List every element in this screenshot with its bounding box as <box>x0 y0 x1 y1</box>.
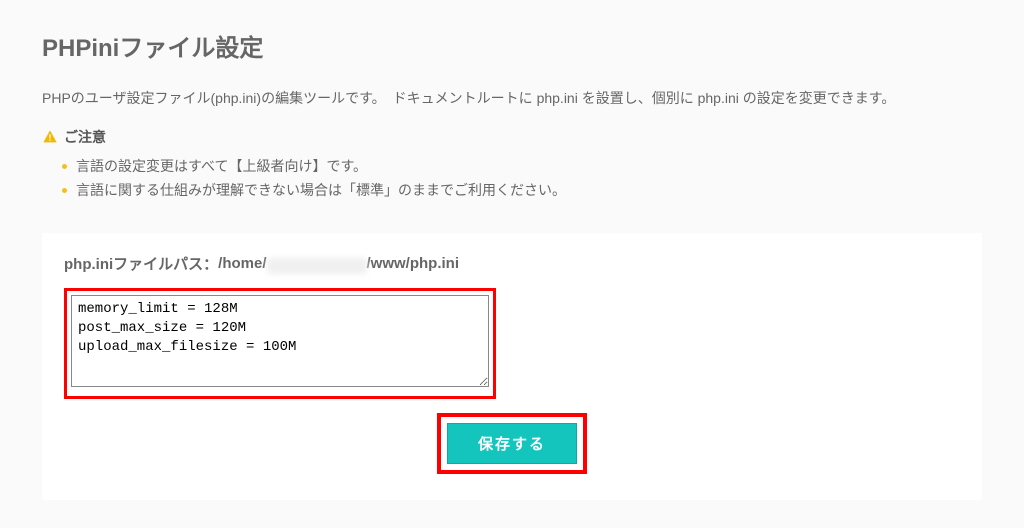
page-description: PHPのユーザ設定ファイル(php.ini)の編集ツールです。 ドキュメントルー… <box>42 87 982 109</box>
save-button[interactable]: 保存する <box>447 423 577 464</box>
filepath-line: php.iniファイルパス： /home/ /www/php.ini <box>64 253 960 274</box>
filepath-suffix: /www/php.ini <box>367 255 460 272</box>
caution-item: 言語の設定変更はすべて【上級者向け】です。 <box>62 155 982 179</box>
caution-title: ご注意 <box>64 127 106 147</box>
page-title: PHPiniファイル設定 <box>42 28 982 63</box>
caution-header: ご注意 <box>42 127 982 147</box>
save-button-highlight-frame: 保存する <box>437 413 587 474</box>
button-row: 保存する <box>64 413 960 474</box>
filepath-label: php.iniファイルパス： <box>64 253 218 274</box>
caution-list: 言語の設定変更はすべて【上級者向け】です。 言語に関する仕組みが理解できない場合… <box>42 155 982 203</box>
filepath-prefix: /home/ <box>218 255 266 272</box>
textarea-highlight-frame <box>64 288 496 399</box>
caution-item: 言語に関する仕組みが理解できない場合は「標準」のままでご利用ください。 <box>62 179 982 203</box>
settings-panel: php.iniファイルパス： /home/ /www/php.ini 保存する <box>42 233 982 500</box>
php-ini-textarea[interactable] <box>71 295 489 387</box>
warning-icon <box>42 129 58 145</box>
filepath-redacted <box>267 258 367 274</box>
